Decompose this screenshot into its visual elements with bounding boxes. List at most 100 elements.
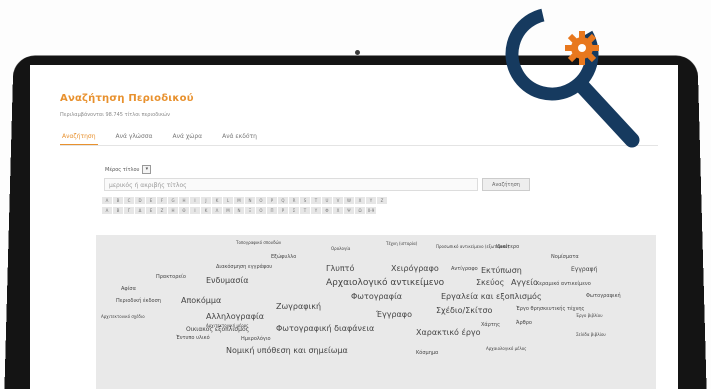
tag-link[interactable]: Φωτογραφική διαφάνεια xyxy=(276,325,374,333)
tag-link[interactable]: Νομίσματα xyxy=(551,255,579,260)
tag-link[interactable]: Χάρτης xyxy=(481,323,500,328)
tag-link[interactable]: Εργαλεία και εξοπλισμός xyxy=(441,293,542,301)
tag-link[interactable]: Ορολογία xyxy=(331,247,350,251)
tag-link[interactable]: Αγγείο xyxy=(511,279,538,287)
letter-link[interactable]: I xyxy=(190,197,200,204)
letter-link[interactable]: Χ xyxy=(333,207,343,214)
letter-link[interactable]: F xyxy=(157,197,167,204)
letter-link[interactable]: Σ xyxy=(289,207,299,214)
tag-link[interactable]: Νομική υπόθεση και σημείωμα xyxy=(226,347,348,355)
letter-link[interactable]: Λ xyxy=(212,207,222,214)
tag-link[interactable]: Έργο θρησκευτικής τέχνης xyxy=(516,307,584,312)
tag-link[interactable]: Φωτογραφική xyxy=(586,294,621,299)
tab-search[interactable]: Αναζήτηση xyxy=(60,131,98,145)
letter-link[interactable]: Δ xyxy=(135,207,145,214)
tag-link[interactable]: Έγγραφο xyxy=(376,311,412,319)
tag-link[interactable]: Αρχαιολογικό αντικείμενο xyxy=(326,279,444,288)
letter-link[interactable]: Φ xyxy=(322,207,332,214)
tag-link[interactable]: Κόσμημα xyxy=(416,351,438,356)
letter-link[interactable]: L xyxy=(223,197,233,204)
tag-link[interactable]: Αλληλογραφία xyxy=(206,313,264,321)
tag-link[interactable]: Αποκόμμα xyxy=(181,297,221,305)
letter-link[interactable]: Θ xyxy=(179,207,189,214)
letter-link[interactable]: Β xyxy=(113,207,123,214)
letter-link[interactable]: Ν xyxy=(234,207,244,214)
letter-link[interactable]: Ω xyxy=(355,207,365,214)
letter-link[interactable]: B xyxy=(113,197,123,204)
letter-link[interactable]: Υ xyxy=(311,207,321,214)
tab-by-country[interactable]: Ανά χώρα xyxy=(171,131,205,145)
letter-link[interactable]: Ο xyxy=(256,207,266,214)
tag-link[interactable]: Πρακτορείο xyxy=(156,275,186,280)
letter-link[interactable]: Κ xyxy=(201,207,211,214)
letter-link[interactable]: Η xyxy=(168,207,178,214)
letter-link[interactable]: Z xyxy=(377,197,387,204)
letter-link[interactable]: M xyxy=(234,197,244,204)
letter-link[interactable]: H xyxy=(179,197,189,204)
tag-link[interactable]: Έντυπο υλικό xyxy=(176,336,210,341)
letter-link[interactable]: K xyxy=(212,197,222,204)
letter-link[interactable]: N xyxy=(245,197,255,204)
letter-link[interactable]: P xyxy=(267,197,277,204)
letter-link[interactable]: A xyxy=(102,197,112,204)
tag-link[interactable]: Ιδιαίτερο xyxy=(496,245,519,250)
tag-link[interactable]: Τέχνη (ιστορία) xyxy=(386,242,417,246)
letter-link[interactable]: Π xyxy=(267,207,277,214)
tag-link[interactable]: Διακόσμηση εγγράφου xyxy=(216,265,272,270)
tag-link[interactable]: Αρχιτεκτονικό σχέδιο xyxy=(101,315,145,319)
tag-link[interactable]: Αφίσα xyxy=(121,287,136,292)
title-mode-select[interactable]: Μέρος τίτλου ▾ xyxy=(105,165,152,174)
letter-link[interactable]: S xyxy=(300,197,310,204)
letter-link[interactable]: Ρ xyxy=(278,207,288,214)
tag-link[interactable]: Ζωγραφική xyxy=(276,303,321,311)
tag-link[interactable]: Περιοδική έκδοση xyxy=(116,299,161,304)
tag-link[interactable]: Άρθρο xyxy=(516,321,532,326)
tag-link[interactable]: Ημερολόγιο xyxy=(241,337,271,342)
tag-link[interactable]: Αρχαιολογικό μέλος xyxy=(486,347,527,351)
letter-link[interactable]: U xyxy=(322,197,332,204)
tag-link[interactable]: Γλυπτό xyxy=(326,265,354,273)
letter-link[interactable]: C xyxy=(124,197,134,204)
tag-link[interactable]: Σχέδιο/Σκίτσο xyxy=(436,307,492,315)
letter-link[interactable]: E xyxy=(146,197,156,204)
tag-link[interactable]: Εκτύπωση xyxy=(481,267,522,275)
tag-link[interactable]: Φωτογραφία xyxy=(351,293,402,301)
letter-link[interactable]: Μ xyxy=(223,207,233,214)
letter-link[interactable]: Τ xyxy=(300,207,310,214)
tag-link[interactable]: Ενδυμασία xyxy=(206,277,248,285)
tag-link[interactable]: Εξώφυλλο xyxy=(271,255,296,260)
letter-link[interactable]: Ι xyxy=(190,207,200,214)
tag-link[interactable]: Σκεύος xyxy=(476,279,504,287)
tab-by-language[interactable]: Ανά γλώσσα xyxy=(114,131,155,145)
letter-link[interactable]: Ε xyxy=(146,207,156,214)
tag-link[interactable]: Τοπογραφικό σπουδών xyxy=(236,241,281,245)
tag-link[interactable]: Αντίγραφο xyxy=(451,267,478,272)
letter-link[interactable]: Ξ xyxy=(245,207,255,214)
tab-by-publisher[interactable]: Ανά εκδότη xyxy=(220,131,259,145)
letter-link[interactable]: D xyxy=(135,197,145,204)
letter-link[interactable]: Α xyxy=(102,207,112,214)
search-button[interactable]: Αναζήτηση xyxy=(482,178,530,191)
letter-link[interactable]: X xyxy=(355,197,365,204)
letter-link[interactable]: G xyxy=(168,197,178,204)
search-input[interactable]: μερικός ή ακριβής τίτλος xyxy=(104,178,478,191)
chevron-down-icon[interactable]: ▾ xyxy=(142,165,152,174)
letter-link[interactable]: T xyxy=(311,197,321,204)
letter-link[interactable]: O xyxy=(256,197,266,204)
tag-link[interactable]: Κεραμικό αντικείμενο xyxy=(536,282,591,287)
letter-link[interactable]: J xyxy=(201,197,211,204)
letter-link[interactable]: Y xyxy=(366,197,376,204)
tag-link[interactable]: Έργο βιβλίου xyxy=(576,314,603,318)
tag-link[interactable]: Σελίδα βιβλίου xyxy=(576,333,606,337)
letter-link[interactable]: Q xyxy=(278,197,288,204)
letter-link[interactable]: W xyxy=(344,197,354,204)
tag-link[interactable]: Χαρακτικό έργο xyxy=(416,329,481,337)
letter-link[interactable]: 0-9 xyxy=(366,207,376,214)
tag-link[interactable]: Οικιακός εξοπλισμός xyxy=(186,327,249,333)
letter-link[interactable]: Γ xyxy=(124,207,134,214)
tag-link[interactable]: Χειρόγραφο xyxy=(391,265,439,273)
letter-link[interactable]: Ζ xyxy=(157,207,167,214)
tag-link[interactable]: Εγγραφή xyxy=(571,267,597,273)
letter-link[interactable]: V xyxy=(333,197,343,204)
letter-link[interactable]: Ψ xyxy=(344,207,354,214)
